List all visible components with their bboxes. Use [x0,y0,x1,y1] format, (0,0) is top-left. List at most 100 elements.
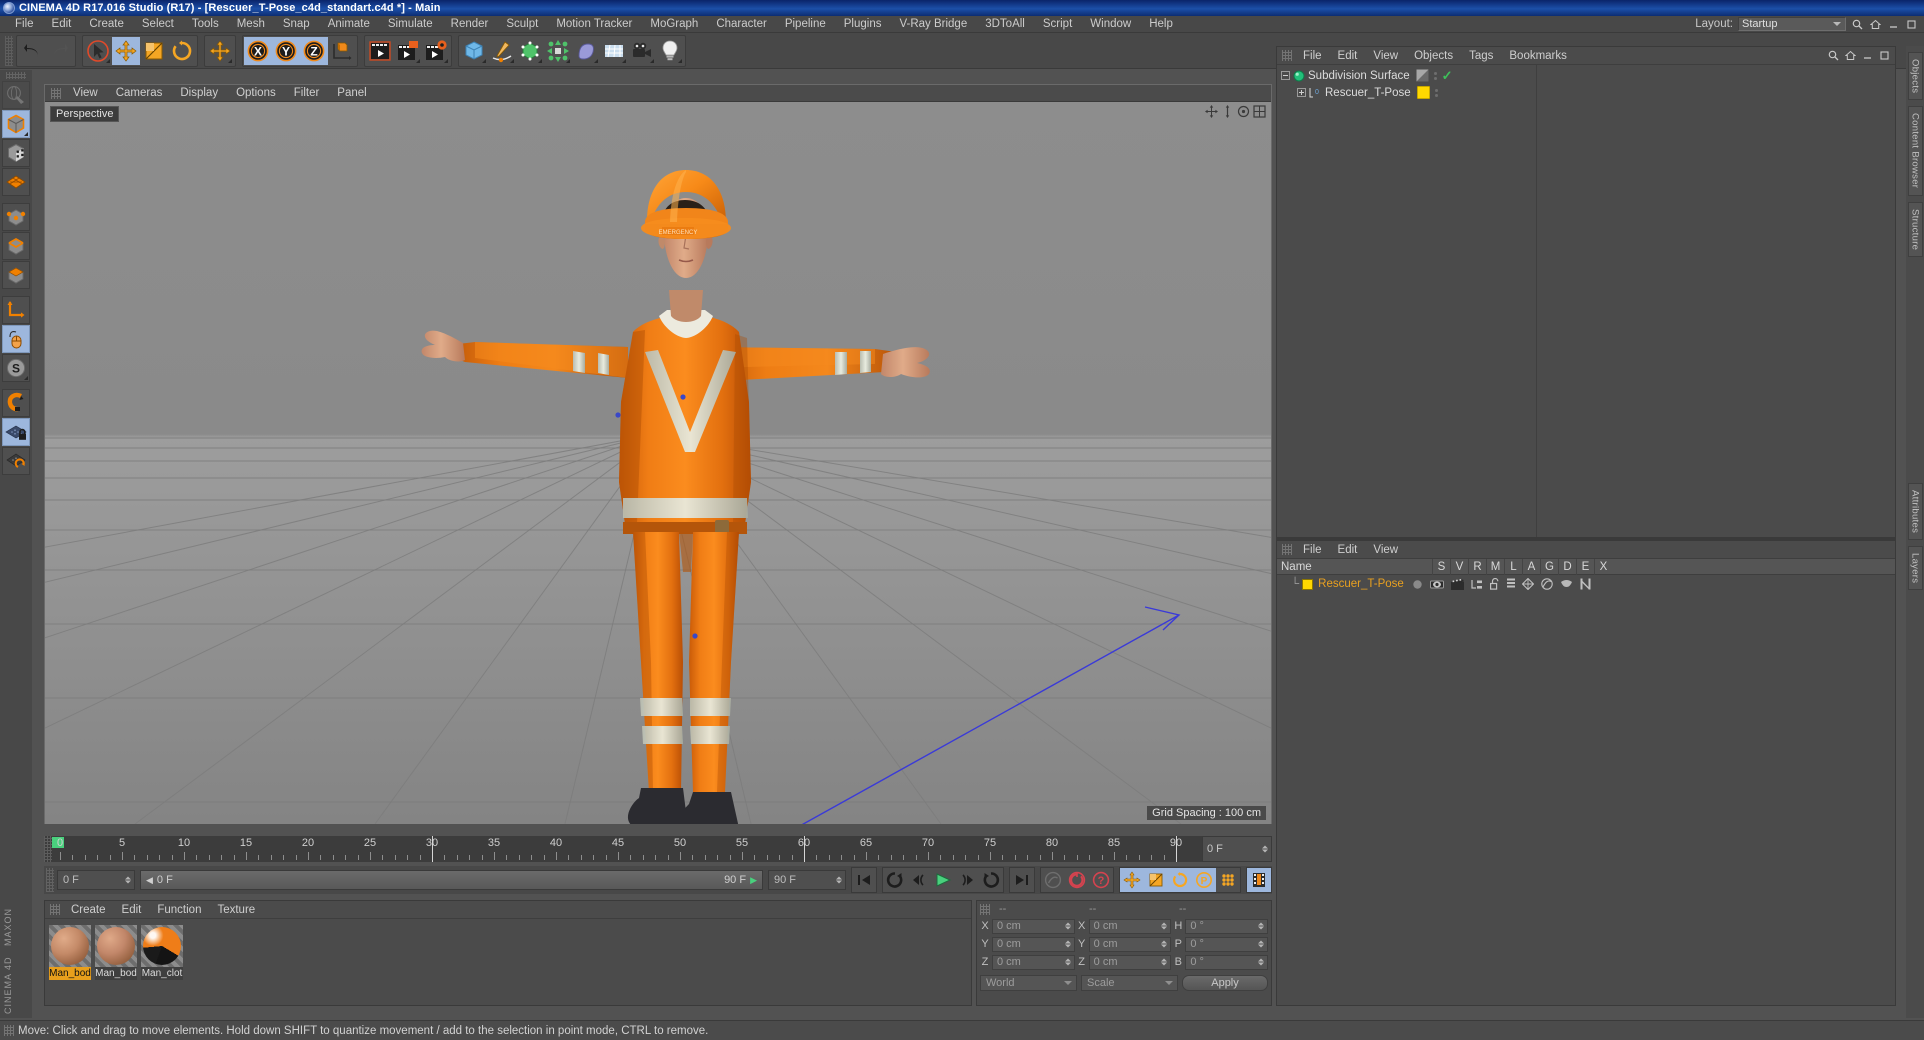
edge-mode-icon[interactable] [2,232,30,260]
viewport-scale-icon[interactable] [1221,105,1234,118]
column-header-d[interactable]: D [1558,558,1576,575]
visibility-dots[interactable] [1433,71,1437,80]
menu-item-mesh[interactable]: Mesh [228,16,274,33]
menu-item-edit[interactable]: Edit [43,16,81,33]
expander-minus-icon[interactable] [1281,71,1290,80]
add-deformer-object-button[interactable] [544,37,572,65]
lock-workplane-icon[interactable] [2,418,30,446]
viewport-menu-view[interactable]: View [64,85,107,102]
viewport-menu-panel[interactable]: Panel [328,85,375,102]
status-bar-grip[interactable] [4,1025,14,1036]
render-visibility-dot[interactable] [1433,76,1437,80]
column-header-r[interactable]: R [1468,558,1486,575]
spinner-icon[interactable] [125,876,131,884]
viewport-menu-filter[interactable]: Filter [285,85,329,102]
column-header-m[interactable]: M [1486,558,1504,575]
spinner-icon[interactable] [1258,922,1265,930]
add-generator-object-button[interactable] [516,37,544,65]
point-level-animation-button[interactable] [1216,868,1240,892]
keyframe-selection-button[interactable]: ? [1089,868,1113,892]
go-to-start-button[interactable] [852,868,876,892]
add-spline-object-button[interactable] [488,37,516,65]
layer-color-swatch[interactable] [1302,578,1314,590]
material-item[interactable]: Man_clot [141,925,183,980]
menu-item-create[interactable]: Create [80,16,133,33]
add-camera-object-button[interactable] [628,37,656,65]
solo-dot-icon[interactable] [1412,579,1423,590]
step-back-button[interactable] [907,868,931,892]
go-to-end-button[interactable] [1010,868,1034,892]
om-menu-bookmarks[interactable]: Bookmarks [1501,47,1575,65]
rotation-p-input[interactable]: 0 ° [1185,936,1269,952]
rotation-h-input[interactable]: 0 ° [1185,918,1269,934]
viewport-menu-cameras[interactable]: Cameras [107,85,172,102]
deformer-icon[interactable] [1541,578,1553,590]
material-preview[interactable] [49,925,91,967]
render-region-button[interactable] [394,37,422,65]
material-preview[interactable] [95,925,137,967]
menu-item-help[interactable]: Help [1140,16,1182,33]
spinner-icon[interactable] [1161,922,1168,930]
world-object-coordinates-button[interactable] [328,37,356,65]
tab-objects[interactable]: Objects [1907,52,1923,101]
coordinate-system-select[interactable]: World [980,975,1077,991]
object-row-rescuer-t-pose[interactable]: 0 Rescuer_T-Pose [1277,84,1536,101]
spinner-icon[interactable] [1161,958,1168,966]
range-right-arrow-icon[interactable]: ▶ [750,875,757,886]
viewport-canvas[interactable]: Perspective Grid Spacing : 100 cm EMERGE… [45,102,1271,824]
material-item[interactable]: Man_bod [95,925,137,980]
layer-manager-grip[interactable] [1282,544,1292,555]
scale-tool[interactable] [140,37,168,65]
object-manager-grip[interactable] [1282,50,1292,61]
end-frame-field[interactable]: 90 F [768,870,846,890]
om-menu-tags[interactable]: Tags [1461,47,1501,65]
texture-mode-icon[interactable] [2,139,30,167]
spinner-icon[interactable] [836,876,842,884]
scale-key-button[interactable] [1144,868,1168,892]
material-preview[interactable] [141,925,183,967]
add-scene-object-button[interactable] [572,37,600,65]
viewport-menu-options[interactable]: Options [227,85,285,102]
axis-z-button[interactable]: Z [300,36,328,65]
generator-icon[interactable] [1521,578,1534,590]
range-left-arrow-icon[interactable]: ◀ [146,875,153,886]
coordinates-grip[interactable] [980,903,990,915]
lm-menu-edit[interactable]: Edit [1330,541,1366,559]
menu-item-animate[interactable]: Animate [319,16,379,33]
play-button[interactable] [931,868,955,892]
viewport-maximize-icon[interactable] [1253,105,1266,118]
live-selection-tool[interactable] [84,37,112,65]
object-row-subdivision-surface[interactable]: Subdivision Surface ✓ [1277,67,1536,84]
apply-button[interactable]: Apply [1182,975,1268,991]
mm-menu-edit[interactable]: Edit [114,901,150,919]
3d-scene[interactable]: EMERGENCY [45,102,1271,824]
preview-range-slider[interactable]: ◀ 0 F 90 F ▶ [140,870,763,890]
position-x-input[interactable]: 0 cm [992,918,1075,934]
menu-item-vray-bridge[interactable]: V-Ray Bridge [890,16,976,33]
column-header-x[interactable]: X [1594,558,1612,575]
om-menu-view[interactable]: View [1365,47,1406,65]
make-editable-icon[interactable] [2,81,30,109]
autokeying-button[interactable] [1065,868,1089,892]
add-cube-object-button[interactable] [460,37,488,65]
menu-item-pipeline[interactable]: Pipeline [776,16,835,33]
column-header-g[interactable]: G [1540,558,1558,575]
leftbar-grip[interactable] [6,72,26,79]
perspective-viewport[interactable]: View Cameras Display Options Filter Pane… [44,84,1272,824]
spinner-icon[interactable] [1064,940,1071,948]
menu-item-character[interactable]: Character [707,16,776,33]
menu-item-motion-tracker[interactable]: Motion Tracker [547,16,641,33]
restore-icon[interactable] [1905,18,1918,31]
polygon-mode-icon[interactable] [2,261,30,289]
viewport-grip[interactable] [51,87,61,99]
render-settings-button[interactable] [422,37,450,65]
menu-item-snap[interactable]: Snap [274,16,319,33]
spinner-icon[interactable] [1258,940,1265,948]
object-swatch-yellow[interactable] [1416,86,1430,99]
column-header-a[interactable]: A [1522,558,1540,575]
manager-icon[interactable] [1471,579,1483,590]
menu-item-file[interactable]: File [6,16,43,33]
enabled-check-icon[interactable]: ✓ [1442,69,1453,82]
material-item[interactable]: Man_bod [49,925,91,980]
size-mode-select[interactable]: Scale [1081,975,1178,991]
